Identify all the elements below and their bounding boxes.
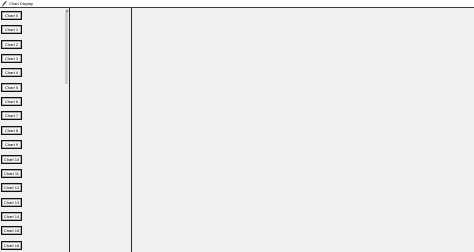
chart-button[interactable]: Chart 12 [1, 183, 22, 193]
chart-button[interactable]: Chart 16 [1, 240, 22, 250]
chart-button[interactable]: Chart 5 [1, 82, 22, 92]
title-bar[interactable]: Chart Display [0, 0, 474, 7]
chart-button[interactable]: Chart 11 [1, 168, 22, 178]
chart-button[interactable]: Chart 7 [1, 111, 22, 121]
middle-panel [70, 8, 131, 252]
chart-display-area [132, 8, 474, 252]
chart-button[interactable]: Chart 13 [1, 197, 22, 207]
chart-button[interactable]: Chart 0 [1, 11, 22, 20]
feather-icon [1, 0, 7, 7]
window-title: Chart Display [9, 0, 34, 6]
scrollbar-thumb[interactable] [65, 12, 68, 84]
chart-button[interactable]: Chart 1 [1, 25, 22, 35]
chart-button[interactable]: Chart 14 [1, 211, 22, 221]
chart-button[interactable]: Chart 15 [1, 226, 22, 236]
chart-button[interactable]: Chart 4 [1, 68, 22, 78]
chart-button-list: Chart 0 Chart 1 Chart 2 Chart 3 Chart 4 Chart… [0, 8, 64, 252]
chart-button[interactable]: Chart 9 [1, 140, 22, 150]
chart-button[interactable]: Chart 3 [1, 54, 22, 64]
chart-button[interactable]: Chart 10 [1, 154, 22, 164]
chart-button[interactable]: Chart 8 [1, 125, 22, 135]
chart-button[interactable]: Chart 6 [1, 97, 22, 107]
chart-button[interactable]: Chart 2 [1, 39, 22, 49]
app-window: Chart Display Chart 0 Chart 1 Chart 2 Chart… [0, 0, 474, 252]
